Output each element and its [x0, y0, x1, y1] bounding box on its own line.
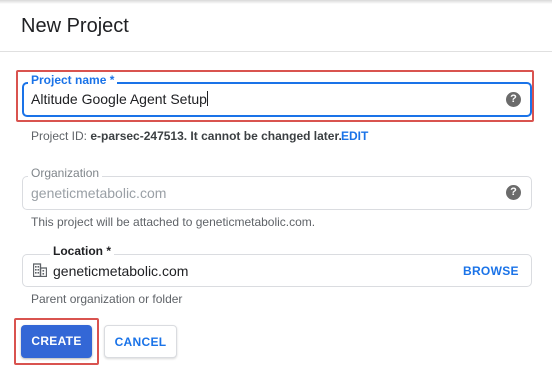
project-name-label: Project name * — [28, 73, 118, 87]
help-circle-icon[interactable]: ? — [506, 92, 521, 107]
cancel-button[interactable]: CANCEL — [104, 325, 177, 358]
location-label: Location * — [50, 244, 115, 258]
browse-button[interactable]: BROWSE — [463, 264, 519, 278]
project-id-value: e-parsec-247513 — [90, 129, 184, 143]
title-divider — [0, 51, 552, 52]
dialog-title: New Project — [21, 15, 129, 37]
project-id-text: Project ID: e-parsec-247513. It cannot b… — [31, 129, 342, 143]
organization-value: geneticmetabolic.com — [31, 185, 167, 201]
location-value: geneticmetabolic.com — [53, 263, 189, 279]
help-circle-icon[interactable]: ? — [506, 185, 521, 200]
create-button[interactable]: CREATE — [21, 325, 92, 358]
edit-project-id-link[interactable]: EDIT — [341, 129, 368, 143]
location-hint: Parent organization or folder — [31, 292, 183, 306]
organization-hint: This project will be attached to genetic… — [31, 215, 316, 229]
top-shadow — [0, 0, 552, 4]
text-cursor — [206, 91, 208, 106]
project-name-value[interactable]: Altitude Google Agent Setup — [31, 91, 208, 107]
building-icon — [33, 263, 47, 277]
organization-label: Organization — [28, 166, 103, 180]
